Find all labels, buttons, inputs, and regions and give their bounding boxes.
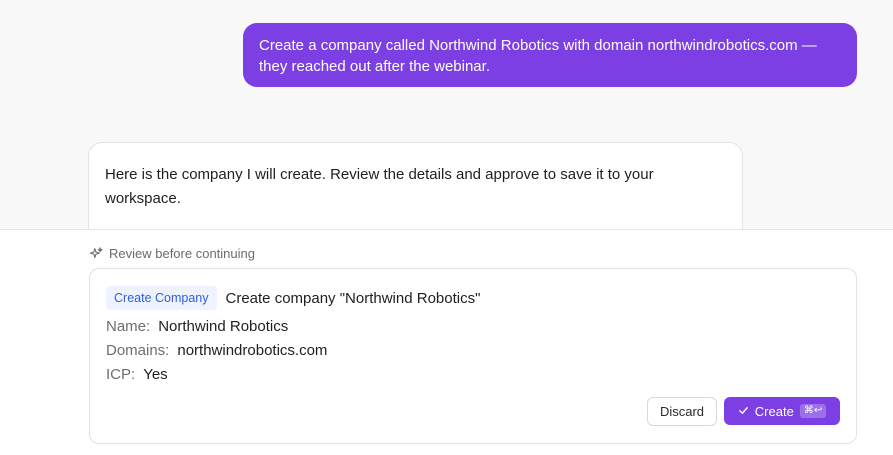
review-panel: Review before continuing Create Company …: [0, 229, 893, 455]
sparkles-icon: [90, 247, 103, 260]
field-domains: Domains: northwindrobotics.com: [106, 341, 327, 361]
create-shortcut-hint: ⌘↩: [799, 404, 827, 418]
field-domains-label: Domains:: [106, 342, 170, 359]
user-message-bubble: Create a company called Northwind Roboti…: [243, 23, 857, 87]
field-icp-label: ICP:: [106, 366, 136, 383]
discard-button[interactable]: Discard: [647, 397, 717, 426]
action-title: Create company "Northwind Robotics": [225, 289, 481, 307]
assistant-message-text: Here is the company I will create. Revie…: [105, 166, 654, 207]
create-button-label: Create: [754, 403, 794, 419]
discard-button-label: Discard: [659, 404, 705, 419]
check-icon: [738, 404, 749, 419]
create-button[interactable]: Create ⌘↩: [724, 397, 840, 425]
action-review-card: Create Company Create company "Northwind…: [89, 268, 857, 444]
user-message-text: Create a company called Northwind Roboti…: [259, 37, 817, 75]
field-name: Name: Northwind Robotics: [106, 317, 288, 337]
field-icp-value: Yes: [143, 366, 168, 383]
field-icp: ICP: Yes: [106, 365, 168, 385]
card-title-row: Create Company Create company "Northwind…: [106, 286, 480, 310]
review-header: Review before continuing: [90, 246, 255, 261]
field-name-label: Name:: [106, 318, 151, 335]
assistant-message-bubble: Here is the company I will create. Revie…: [88, 142, 743, 242]
action-type-badge: Create Company: [106, 286, 217, 310]
field-name-value: Northwind Robotics: [158, 318, 289, 335]
review-header-label: Review before continuing: [109, 246, 255, 261]
field-domains-value: northwindrobotics.com: [177, 342, 328, 359]
